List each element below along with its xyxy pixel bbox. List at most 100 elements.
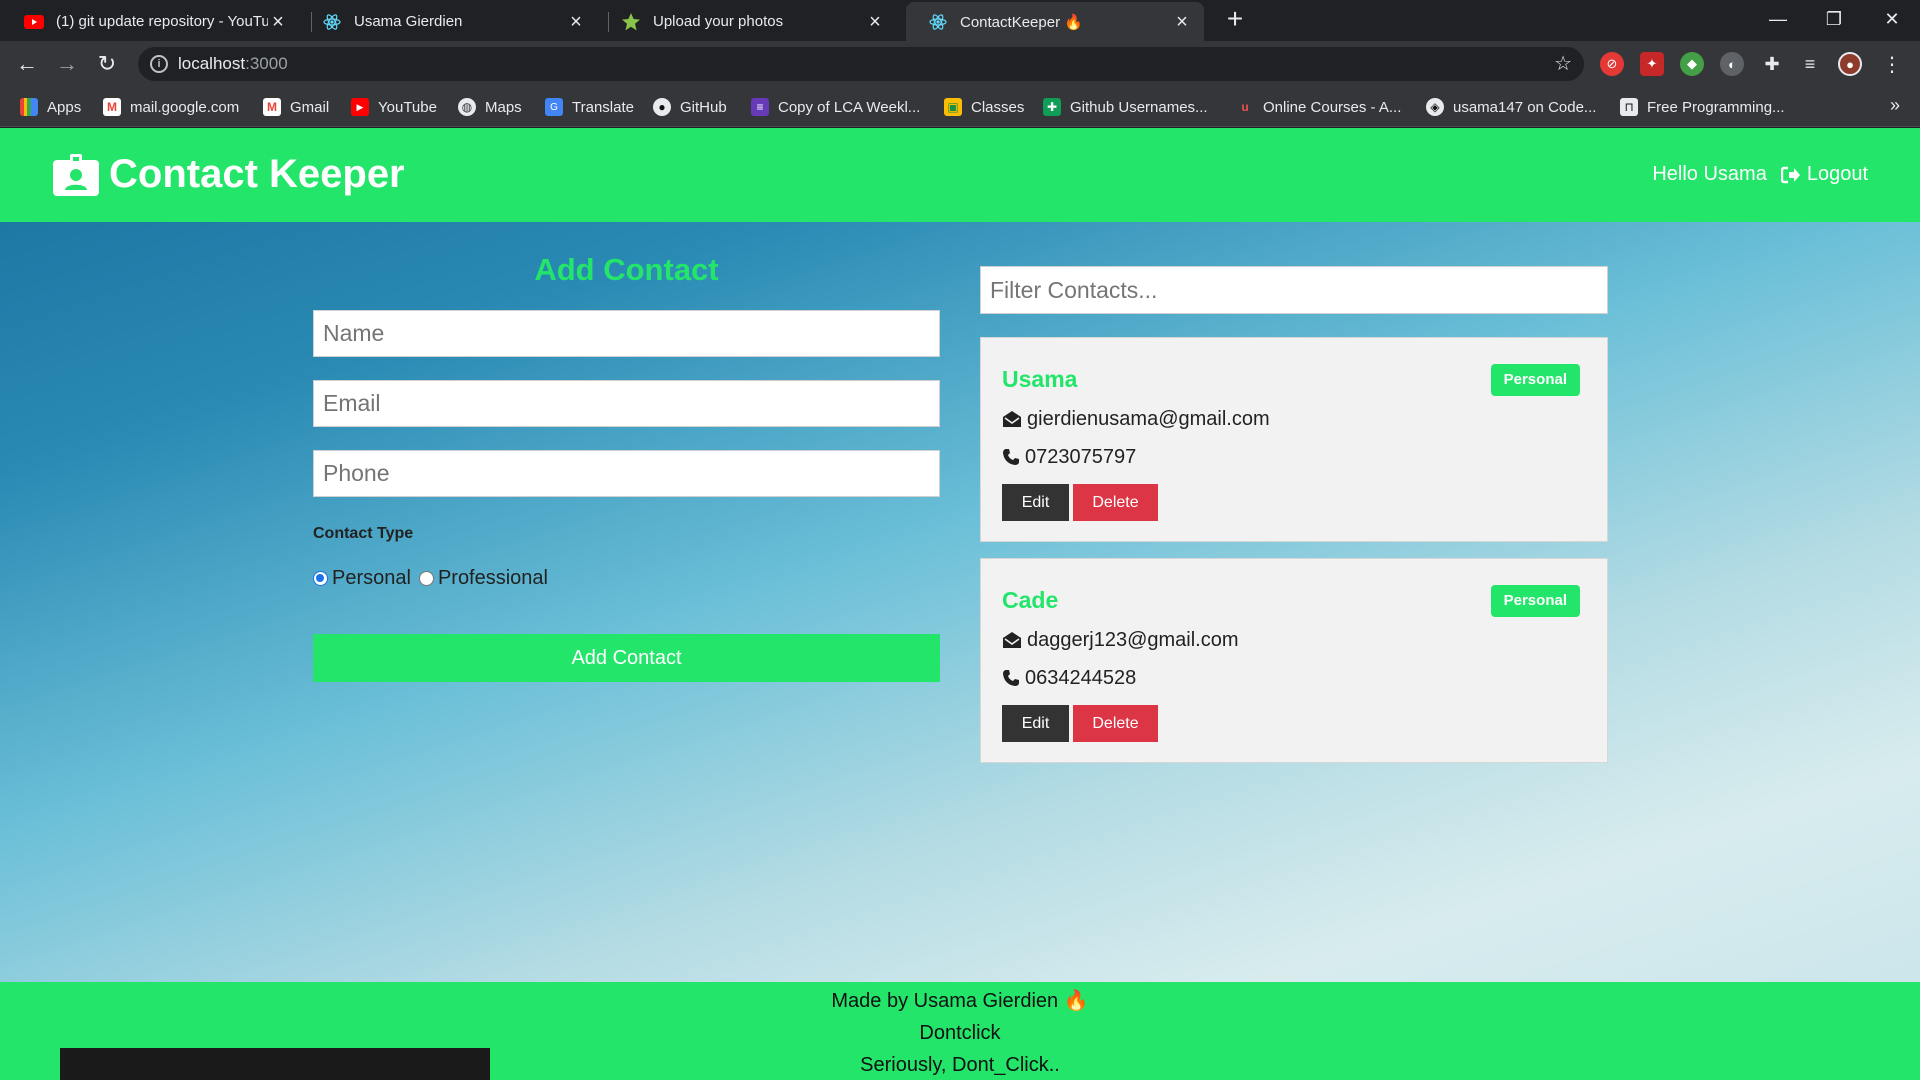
- back-icon[interactable]: ←: [12, 49, 42, 79]
- email-input[interactable]: [313, 380, 940, 427]
- logout-link[interactable]: Logout: [1780, 163, 1868, 186]
- envelope-open-icon: [1003, 632, 1021, 648]
- bookmark-item[interactable]: ≡ Copy of LCA Weekl...: [751, 97, 920, 117]
- brand[interactable]: Contact Keeper: [53, 152, 405, 197]
- github-icon: ●: [653, 98, 671, 116]
- contact-email-row: gierdienusama@gmail.com: [1002, 406, 1586, 432]
- radio-personal[interactable]: [313, 571, 328, 586]
- edit-button[interactable]: Edit: [1002, 705, 1069, 742]
- contact-type-badge: Personal: [1490, 364, 1580, 396]
- close-icon[interactable]: ×: [268, 12, 288, 32]
- restore-icon[interactable]: ❐: [1806, 0, 1862, 41]
- add-contact-button[interactable]: Add Contact: [313, 634, 940, 682]
- id-badge-icon: [53, 153, 99, 196]
- tab-title: ContactKeeper 🔥: [960, 13, 1083, 31]
- freecodecamp-icon: ⊓: [1620, 98, 1638, 116]
- tab-title: (1) git update repository - YouTube: [56, 13, 268, 30]
- close-window-icon[interactable]: ✕: [1864, 0, 1920, 41]
- bookmark-star-icon[interactable]: ☆: [1554, 51, 1572, 76]
- youtube-icon: [24, 12, 44, 32]
- footer-link-dontclick[interactable]: Dontclick: [0, 1017, 1920, 1049]
- bookmark-item[interactable]: ● GitHub: [653, 97, 727, 117]
- phone-icon: [1003, 670, 1019, 686]
- browser-tab[interactable]: Upload your photos ×: [599, 2, 897, 41]
- gmail-icon: M: [263, 98, 281, 116]
- gmail-icon: M: [103, 98, 121, 116]
- url-text: localhost:3000: [178, 54, 288, 73]
- contact-type-radios: Personal Professional: [313, 567, 940, 590]
- radio-professional[interactable]: [418, 571, 434, 586]
- bookmark-item[interactable]: ◍ Maps: [458, 97, 522, 117]
- new-tab-button[interactable]: +: [1221, 5, 1249, 34]
- avatar[interactable]: ●: [1838, 52, 1862, 76]
- bookmarks-bar: Apps Mmail.google.com M Gmail ▶ YouTube ◍ M…: [0, 87, 1920, 127]
- bookmark-item[interactable]: ◈ usama147 on Code...: [1426, 97, 1596, 117]
- edit-button[interactable]: Edit: [1002, 484, 1069, 521]
- react-icon: [928, 12, 948, 32]
- chevron-right-icon[interactable]: »: [1890, 95, 1900, 116]
- reload-icon[interactable]: ↻: [92, 49, 122, 79]
- browser-tab-strip: (1) git update repository - YouTube × Us…: [0, 0, 1920, 41]
- extension-icon[interactable]: ◐: [1720, 52, 1744, 76]
- close-icon[interactable]: ×: [865, 12, 885, 32]
- delete-button[interactable]: Delete: [1073, 705, 1158, 742]
- brand-title: Contact Keeper: [109, 152, 405, 196]
- contact-type-label: Contact Type: [313, 525, 414, 542]
- menu-kebab-icon[interactable]: ⋮: [1880, 52, 1904, 76]
- browser-tab[interactable]: (1) git update repository - YouTube ×: [2, 2, 300, 41]
- envelope-open-icon: [1003, 411, 1021, 427]
- bookmark-item[interactable]: ✚ Github Usernames...: [1043, 97, 1208, 117]
- contact-form: Add Contact Contact Type Personal Profes…: [313, 248, 940, 682]
- radio-personal-label: Personal: [332, 567, 411, 589]
- media-control-icon[interactable]: ≡: [1798, 52, 1822, 76]
- contact-phone-row: 0723075797: [1002, 444, 1586, 470]
- contact-email: daggerj123@gmail.com: [1027, 628, 1239, 651]
- form-title: Add Contact: [534, 252, 719, 287]
- form-icon: ≡: [751, 98, 769, 116]
- extension-icon[interactable]: ✦: [1640, 52, 1664, 76]
- contact-type-badge: Personal: [1490, 585, 1580, 617]
- bookmark-item[interactable]: ▣ Classes: [944, 97, 1024, 117]
- bookmark-item[interactable]: G Translate: [545, 97, 634, 117]
- extension-icon[interactable]: ◆: [1680, 52, 1704, 76]
- minimize-icon[interactable]: —: [1750, 0, 1806, 41]
- bookmark-item[interactable]: ⊓ Free Programming...: [1620, 97, 1785, 117]
- bookmark-apps[interactable]: Apps: [20, 97, 81, 117]
- browser-toolbar: ← → ↻ i localhost:3000 ☆ ⊘ ✦ ◆ ◐ ✚ ≡ ● ⋮: [0, 41, 1920, 87]
- browser-tab-active[interactable]: ContactKeeper 🔥 ×: [906, 2, 1204, 41]
- delete-button[interactable]: Delete: [1073, 484, 1158, 521]
- bookmark-item[interactable]: Mmail.google.com: [103, 97, 239, 117]
- contact-card: Cade Personal daggerj123@gmail.com 06342…: [980, 558, 1608, 763]
- filter-input[interactable]: [980, 266, 1608, 314]
- codepen-icon: ◈: [1426, 98, 1444, 116]
- name-input[interactable]: [313, 310, 940, 357]
- sign-out-icon: [1780, 166, 1800, 183]
- bookmark-item[interactable]: u Online Courses - A...: [1236, 97, 1401, 117]
- nav-links: Hello Usama Logout: [1652, 163, 1868, 186]
- puzzle-icon[interactable]: ✚: [1760, 52, 1784, 76]
- udemy-icon: u: [1241, 100, 1249, 114]
- contact-email: gierdienusama@gmail.com: [1027, 407, 1270, 430]
- browser-tab[interactable]: Usama Gierdien ×: [300, 2, 598, 41]
- star-icon: [621, 12, 641, 32]
- apps-grid-icon: [20, 98, 38, 116]
- bookmark-item[interactable]: M Gmail: [263, 97, 329, 117]
- close-icon[interactable]: ×: [566, 12, 586, 32]
- close-icon[interactable]: ×: [1172, 12, 1192, 32]
- phone-input[interactable]: [313, 450, 940, 497]
- globe-icon: ◍: [458, 98, 476, 116]
- info-icon[interactable]: i: [150, 55, 168, 73]
- bookmark-item[interactable]: ▶ YouTube: [351, 97, 437, 117]
- tab-title: Usama Gierdien: [354, 13, 463, 30]
- horizontal-scrollbar[interactable]: [60, 1048, 490, 1080]
- footer-credit: Made by Usama Gierdien 🔥: [831, 990, 1089, 1012]
- phone-icon: [1003, 449, 1019, 465]
- contact-actions: Edit Delete: [1002, 705, 1586, 742]
- extension-icon[interactable]: ⊘: [1600, 52, 1624, 76]
- address-bar[interactable]: i localhost:3000 ☆: [138, 47, 1584, 81]
- navbar: Contact Keeper Hello Usama Logout: [0, 128, 1920, 222]
- forward-icon[interactable]: →: [52, 49, 82, 79]
- tab-title: Upload your photos: [653, 13, 784, 30]
- contact-phone-row: 0634244528: [1002, 665, 1586, 691]
- contact-card: Usama Personal gierdienusama@gmail.com 0…: [980, 337, 1608, 542]
